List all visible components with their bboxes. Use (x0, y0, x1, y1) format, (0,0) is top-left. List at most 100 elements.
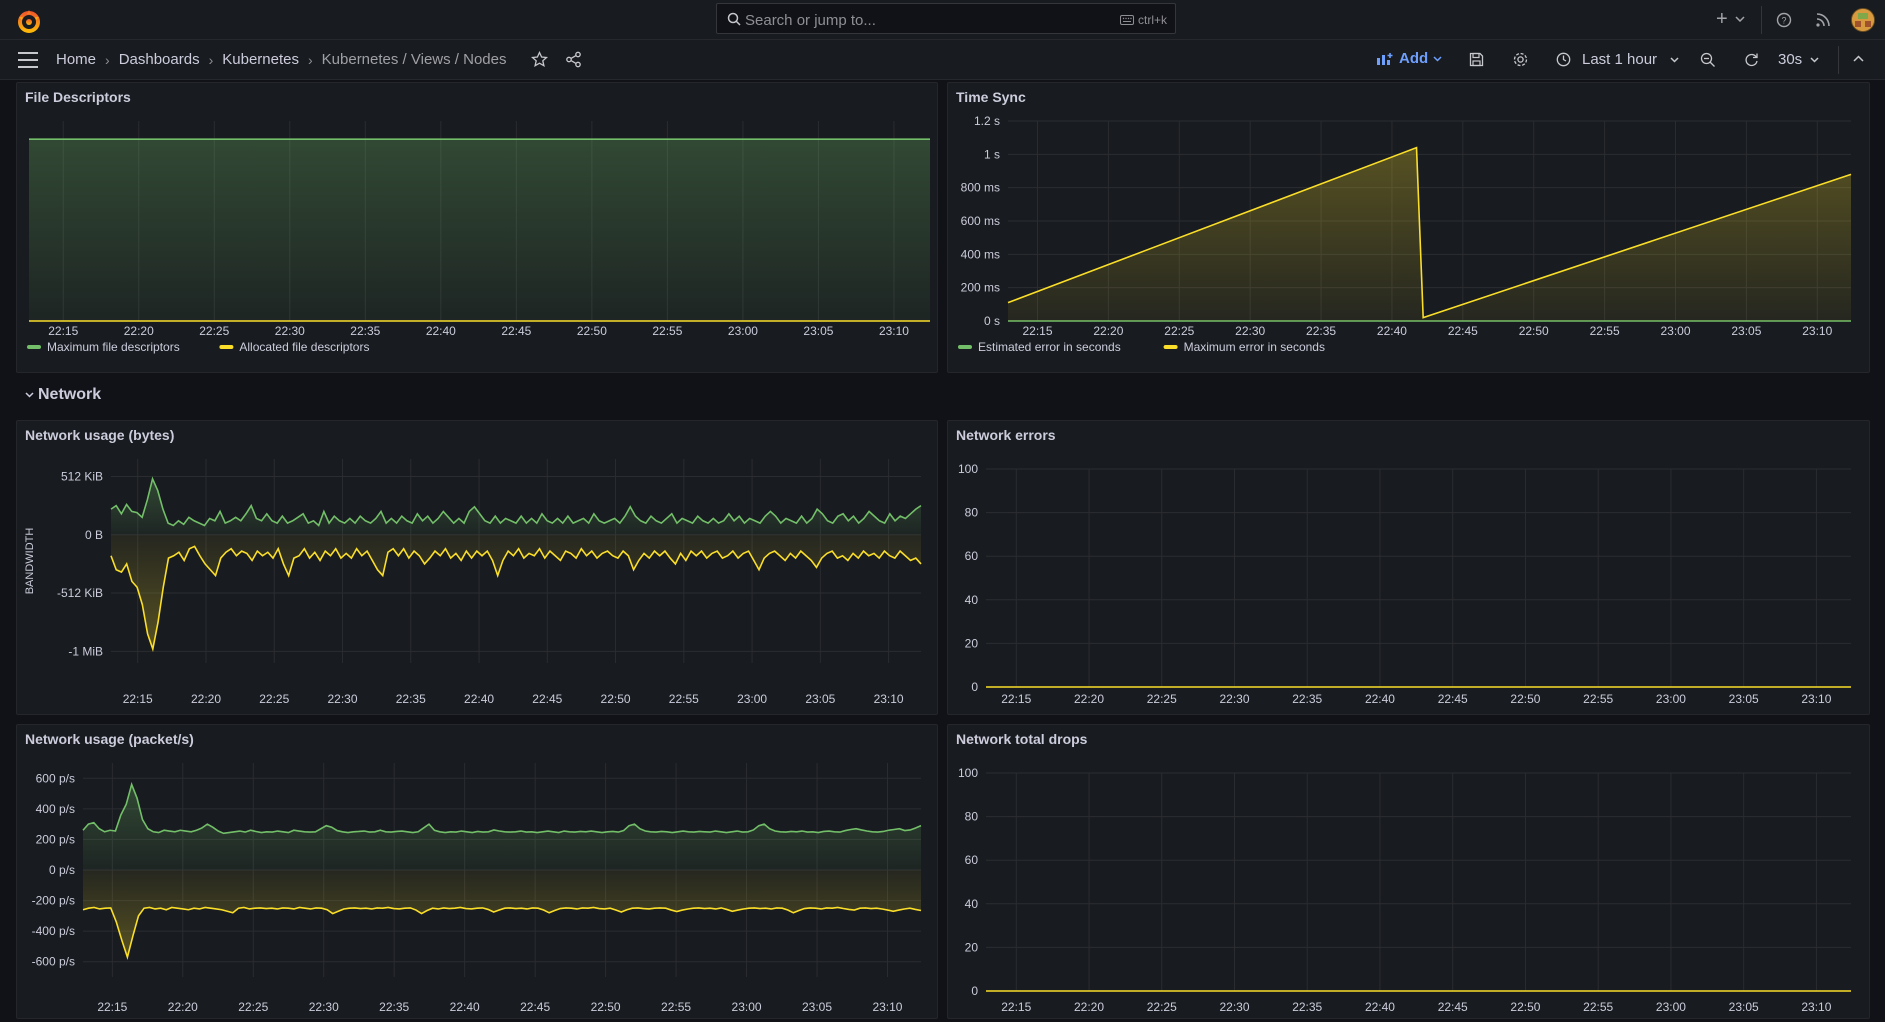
file-descriptors-chart: 22:15 22:20 22:25 22:30 22:35 22:40 22:45 22:50… (27, 121, 930, 354)
zoom-out-icon[interactable] (1700, 52, 1716, 68)
y-tick-label: 20 (965, 940, 979, 954)
y-tick-label: 80 (965, 506, 979, 520)
x-tick-label: 23:05 (1729, 692, 1759, 706)
x-tick-label: 22:45 (1438, 1000, 1468, 1014)
y-tick-label: 20 (965, 636, 979, 650)
y-tick-label: 100 (958, 766, 978, 780)
x-tick-label: 23:00 (1656, 692, 1686, 706)
time-range-picker[interactable]: Last 1 hour (1582, 51, 1657, 68)
legend-swatch (27, 345, 41, 349)
time-sync-chart: 0 s 200 ms 400 ms 600 ms 800 ms 1 s 1.2 s 22:15… (958, 114, 1852, 354)
refresh-interval-picker[interactable]: 30s (1778, 51, 1802, 68)
x-tick-label: 22:50 (591, 1000, 621, 1014)
x-tick-label: 23:05 (1731, 324, 1761, 338)
panel-title[interactable]: Network usage (packet/s) (25, 731, 194, 747)
divider (1838, 46, 1839, 74)
chevron-down-icon[interactable] (1735, 16, 1745, 22)
y-tick-label: -600 p/s (32, 955, 75, 969)
rss-icon[interactable] (1815, 12, 1831, 28)
series-line-transmit (82, 906, 922, 960)
x-tick-label: 22:25 (259, 692, 289, 706)
legend-label: Allocated file descriptors (239, 340, 369, 354)
chevron-right-icon: › (307, 51, 313, 68)
panel-title[interactable]: Network total drops (956, 731, 1087, 747)
y-tick-label: 100 (958, 462, 978, 476)
x-tick-label: 23:05 (802, 1000, 832, 1014)
x-tick-label: 22:40 (1377, 324, 1407, 338)
x-tick-label: 22:15 (97, 1000, 127, 1014)
x-tick-label: 22:55 (1590, 324, 1620, 338)
x-tick-label: 22:50 (1510, 692, 1540, 706)
row-title: Network (38, 386, 102, 403)
gear-icon[interactable] (1512, 51, 1529, 68)
y-tick-label: 60 (965, 549, 979, 563)
x-tick-label: 22:15 (1001, 692, 1031, 706)
y-tick-label: 0 p/s (49, 863, 75, 877)
search-input[interactable]: Search or jump to... ctrl+k (716, 3, 1176, 34)
y-axis-label: BANDWIDTH (24, 528, 36, 595)
chevron-down-icon[interactable] (1670, 57, 1679, 63)
x-tick-label: 23:10 (1801, 1000, 1831, 1014)
chevron-right-icon: › (208, 51, 214, 68)
x-tick-label: 22:35 (1306, 324, 1336, 338)
x-tick-label: 22:30 (309, 1000, 339, 1014)
chevron-down-icon (1433, 55, 1442, 62)
y-tick-label: 0 s (984, 314, 1000, 328)
series-area-receive (111, 478, 921, 535)
chevron-down-icon[interactable] (1810, 57, 1819, 63)
add-button[interactable]: Add (1376, 50, 1442, 67)
x-tick-label: 23:10 (874, 692, 904, 706)
avatar[interactable] (1851, 8, 1875, 32)
menu-icon[interactable] (18, 52, 38, 68)
x-tick-label: 22:50 (1510, 1000, 1540, 1014)
breadcrumb-current: Kubernetes / Views / Nodes (321, 51, 507, 68)
y-tick-label: 0 B (85, 528, 103, 542)
breadcrumb-kubernetes[interactable]: Kubernetes (222, 51, 299, 68)
panel-network-usage-bytes: -1 MiB -512 KiB 0 B 512 KiB 22:15 22:20 22:25 2… (16, 420, 938, 715)
share-icon[interactable] (565, 51, 582, 68)
x-tick-label: 22:40 (1365, 692, 1395, 706)
series-area-receive (83, 784, 921, 870)
y-tick-label: 1 s (984, 147, 1000, 161)
panel-title[interactable]: File Descriptors (25, 89, 131, 105)
y-tick-label: 600 p/s (36, 771, 75, 785)
chevron-up-icon[interactable] (1853, 55, 1864, 62)
y-tick-label: 60 (965, 853, 979, 867)
grafana-logo-icon[interactable] (16, 8, 42, 34)
breadcrumb-home[interactable]: Home (56, 51, 96, 68)
x-tick-label: 22:15 (123, 692, 153, 706)
legend-swatch (219, 345, 234, 349)
search-placeholder: Search or jump to... (745, 12, 876, 29)
y-tick-label: 40 (965, 593, 979, 607)
x-tick-label: 22:20 (124, 324, 154, 338)
y-tick-label: 0 (971, 984, 978, 998)
breadcrumb-dashboards[interactable]: Dashboards (119, 51, 200, 68)
y-tick-label: 40 (965, 897, 979, 911)
y-tick-label: 400 ms (961, 247, 1000, 261)
chevron-down-icon (25, 392, 34, 398)
x-tick-label: 22:45 (1438, 692, 1468, 706)
save-icon[interactable] (1469, 52, 1484, 67)
panel-title[interactable]: Time Sync (956, 89, 1026, 105)
x-tick-label: 22:20 (168, 1000, 198, 1014)
help-icon[interactable]: ? (1776, 12, 1792, 28)
clock-icon[interactable] (1556, 52, 1571, 67)
x-tick-label: 22:35 (1292, 1000, 1322, 1014)
x-tick-label: 22:55 (661, 1000, 691, 1014)
panel-title[interactable]: Network usage (bytes) (25, 427, 174, 443)
series-area-maximum-error-in-seconds (1008, 147, 1851, 321)
x-tick-label: 22:35 (1292, 692, 1322, 706)
x-tick-label: 23:05 (803, 324, 833, 338)
y-tick-label: -200 p/s (32, 894, 75, 908)
panel-time-sync: 0 s 200 ms 400 ms 600 ms 800 ms 1 s 1.2 s 22:15… (947, 82, 1870, 373)
refresh-icon[interactable] (1744, 52, 1759, 67)
x-tick-label: 23:10 (1801, 692, 1831, 706)
x-tick-label: 22:40 (464, 692, 494, 706)
dashboard-nav-bar: Home › Dashboards › Kubernetes › Kuberne… (0, 40, 1885, 80)
plus-icon[interactable]: + (1716, 8, 1728, 31)
star-icon[interactable] (531, 51, 548, 68)
x-tick-label: 23:00 (728, 324, 758, 338)
panel-title[interactable]: Network errors (956, 427, 1056, 443)
row-header-network[interactable]: Network (25, 386, 101, 404)
keyboard-icon (1119, 15, 1134, 25)
